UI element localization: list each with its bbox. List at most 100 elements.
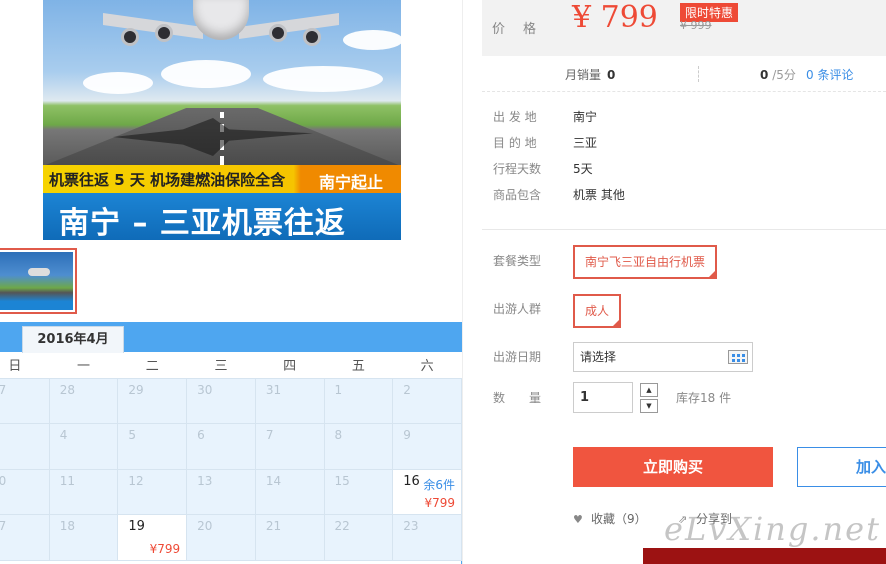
calendar-day: 1 (323, 377, 394, 424)
day-number: 29 (128, 382, 144, 397)
calendar-day: 17 (0, 514, 50, 561)
day-number: 12 (128, 473, 144, 488)
site-watermark: eLvXing.net (664, 510, 881, 548)
day-number: 27 (0, 382, 7, 397)
quantity-input[interactable]: 1 (573, 382, 633, 413)
sales-stats: 月销量 0 0 /5分 0 条评论 (482, 56, 886, 92)
calendar-day: 23 (392, 514, 462, 561)
weekday-header: 一 (49, 352, 118, 379)
quantity-label: 数 量 (493, 391, 542, 405)
calendar-day: 11 (48, 468, 119, 515)
info-row: 行程天数 5天 (493, 162, 593, 176)
weekday-header: 五 (324, 352, 393, 379)
day-number: 10 (0, 473, 7, 488)
calendar-day: 7 (254, 423, 325, 470)
stock-count: 库存18 件 (676, 391, 732, 405)
day-number: 21 (265, 519, 282, 533)
crowd-label: 出游人群 (493, 302, 542, 316)
day-number: 5 (128, 428, 137, 442)
banner-tagline: 机票往返 5 天 机场建燃油保险全含 (49, 171, 286, 189)
day-number: 13 (197, 473, 213, 488)
calendar-day: 12 (117, 468, 188, 515)
date-select[interactable]: 请选择 (573, 342, 753, 372)
day-number: 18 (59, 519, 75, 533)
current-price: ¥ 799 (572, 0, 658, 35)
day-number: 14 (265, 473, 282, 488)
bottom-red-strip (643, 548, 886, 564)
calendar-day: 8 (323, 423, 394, 470)
day-number: 6 (197, 428, 205, 442)
info-row: 出 发 地南宁 (493, 110, 598, 124)
calendar-day: 15 (323, 468, 394, 515)
heart-icon: ♥ (573, 513, 583, 526)
weekday-header: 二 (117, 352, 187, 379)
calendar-day: 14 (254, 468, 325, 515)
calendar-day: 4 (48, 423, 119, 470)
rating-score: 0 /5分 (760, 68, 796, 82)
day-price: ¥799 (424, 496, 455, 510)
price-label: 价格 (492, 22, 555, 37)
monthly-sales: 月销量 0 (565, 68, 616, 82)
calendar-day: 18 (48, 514, 119, 561)
calendar-day[interactable]: 19 ¥799 (117, 514, 188, 561)
day-number: 2 (403, 382, 411, 397)
info-row: 目 的 地三亚 (493, 136, 598, 150)
day-number: 23 (403, 519, 419, 533)
banner-origin: 南宁起止 (319, 173, 384, 192)
favorite-button[interactable]: ♥ 收藏（9） (573, 510, 647, 527)
calendar-day: 5 (117, 423, 188, 470)
calendar-icon[interactable] (728, 350, 748, 364)
calendar-day: 10 (0, 468, 50, 515)
day-number: 8 (334, 428, 343, 442)
product-main-image: 机票往返 5 天 机场建燃油保险全含 南宁起止 南宁 – 三亚机票往返 (43, 0, 401, 240)
product-page: 机票往返 5 天 机场建燃油保险全含 南宁起止 南宁 – 三亚机票往返 2016… (0, 0, 886, 564)
weekday-header: 三 (186, 352, 256, 379)
calendar-day: 9 (392, 423, 462, 470)
buy-now-button[interactable]: 立即购买 (573, 447, 773, 487)
day-number: 28 (59, 382, 75, 397)
weekday-header: 四 (255, 352, 325, 379)
calendar-month-tab[interactable]: 2016年4月 (22, 326, 124, 353)
calendar-day: 2 (392, 377, 462, 424)
day-stock: 余6件 (423, 477, 455, 492)
package-label: 套餐类型 (493, 254, 542, 268)
crowd-option[interactable]: 成人 (573, 294, 622, 329)
calendar-day: 27 (0, 377, 50, 424)
calendar-day: 29 (117, 377, 188, 424)
package-option[interactable]: 南宁飞三亚自由行机票 (573, 245, 718, 280)
quantity-decrease-button[interactable]: ▼ (640, 399, 658, 413)
calendar-day: 22 (323, 514, 394, 561)
info-row: 商品包含 机票 其他 (493, 188, 625, 202)
calendar-day: 21 (254, 514, 325, 561)
day-number: 17 (0, 519, 7, 533)
weekday-header: 日 (0, 352, 50, 379)
day-number: 4 (59, 428, 68, 442)
day-number: 19 (128, 519, 145, 534)
add-to-cart-button[interactable]: 加入 (797, 447, 886, 487)
image-thumbnail[interactable] (0, 248, 77, 314)
day-number: 31 (265, 382, 282, 397)
day-number: 20 (197, 519, 213, 533)
calendar-day[interactable]: 16 余6件 ¥799 (392, 468, 462, 515)
day-number: 9 (403, 428, 411, 442)
weekday-header: 六 (392, 352, 462, 379)
day-number: 30 (197, 382, 213, 397)
day-number: 15 (334, 473, 350, 488)
calendar-day: 30 (186, 377, 256, 424)
day-price: ¥799 (149, 541, 181, 556)
comments-link[interactable]: 0 条评论 (806, 66, 853, 83)
banner-headline: 南宁 – 三亚机票往返 (43, 193, 401, 240)
calendar-day: 3 (0, 423, 50, 470)
day-number: 11 (59, 473, 75, 488)
original-price: ¥ 999 (680, 19, 712, 32)
day-number: 1 (334, 382, 343, 397)
day-number: 22 (334, 519, 350, 533)
trip-info: 出 发 地南宁 目 的 地三亚 行程天数 5天 商品包含 机票 其他 (493, 108, 625, 212)
calendar-day: 28 (48, 377, 119, 424)
calendar-day: 13 (186, 468, 256, 515)
calendar-day: 6 (186, 423, 256, 470)
day-number: 16 (403, 473, 420, 489)
quantity-increase-button[interactable]: ▲ (640, 383, 658, 397)
price-panel: 价格 ¥ 799 限时特惠 ¥ 999 (482, 0, 886, 56)
calendar-day: 20 (186, 514, 256, 561)
